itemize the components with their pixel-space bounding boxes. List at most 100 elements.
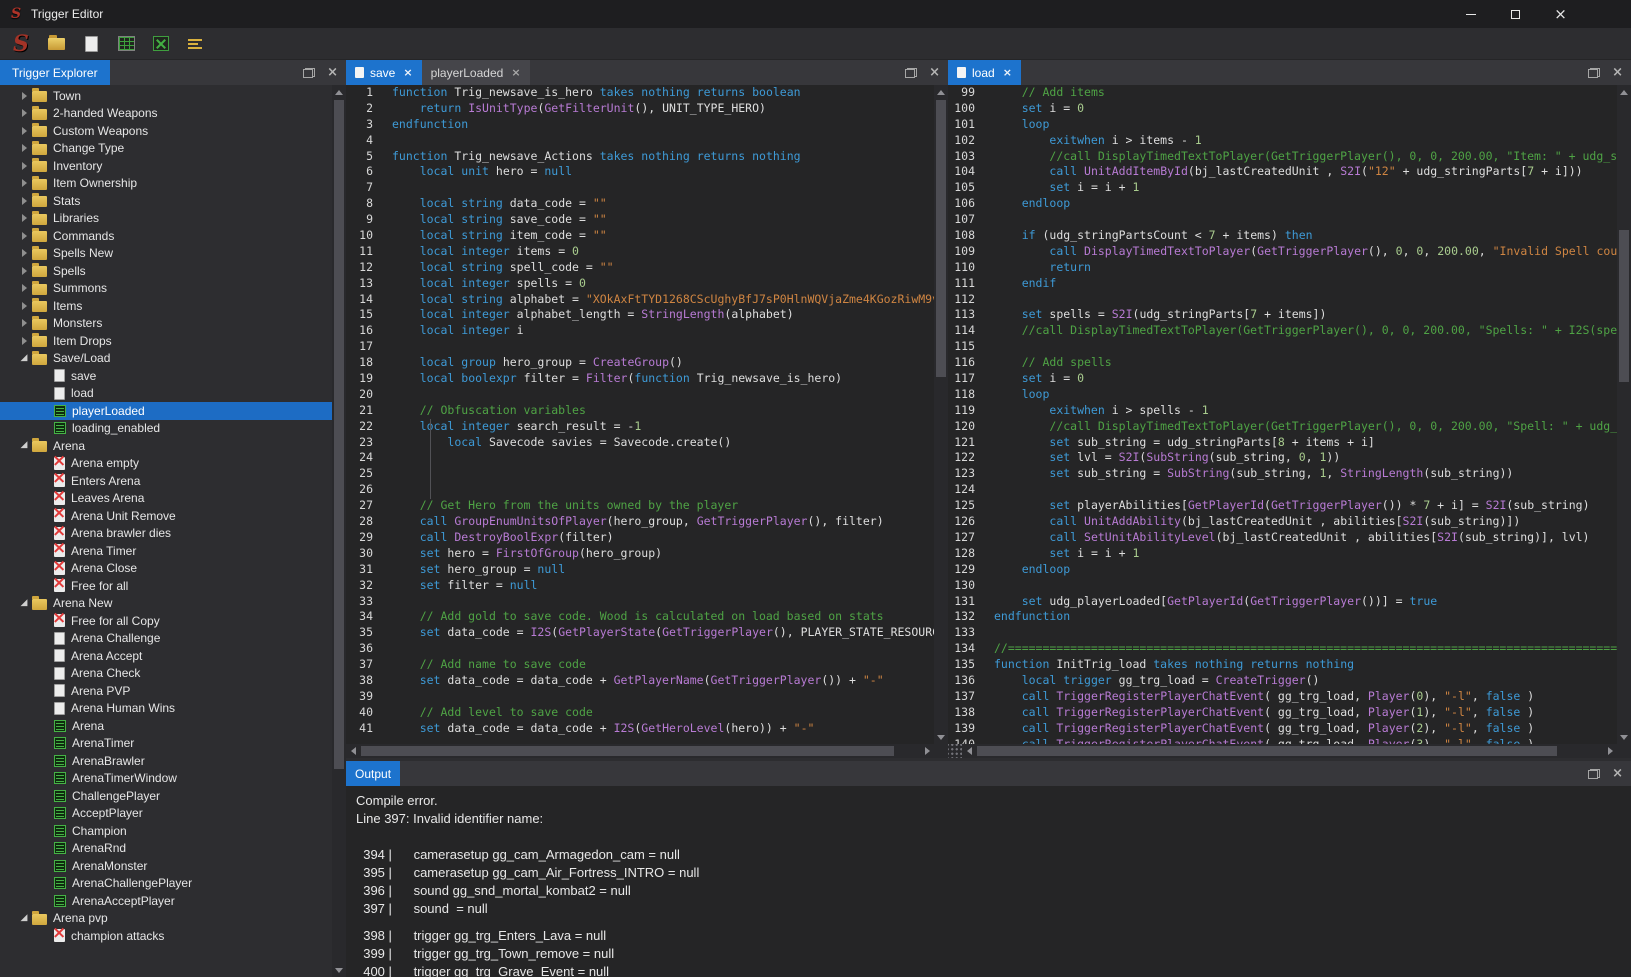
expand-arrow-icon[interactable] (16, 280, 32, 296)
expand-arrow-icon[interactable] (16, 245, 32, 261)
expand-arrow-icon[interactable] (16, 175, 32, 191)
trigger-grid-button[interactable] (113, 31, 139, 57)
tree-item-acceptplayer[interactable]: AcceptPlayer (0, 805, 332, 823)
tree-item-arenaacceptplayer[interactable]: ArenaAcceptPlayer (0, 892, 332, 910)
expand-arrow-icon[interactable] (16, 438, 32, 454)
tree-item-arena-close[interactable]: Arena Close (0, 560, 332, 578)
tree-item-arenarnd[interactable]: ArenaRnd (0, 840, 332, 858)
tab-save[interactable]: save× (346, 60, 422, 85)
tree-item-custom-weapons[interactable]: Custom Weapons (0, 122, 332, 140)
code-editor[interactable]: 99 // Add items100 set i = 0101 loop102 … (948, 85, 1617, 744)
expand-arrow-icon[interactable] (16, 298, 32, 314)
tree-item-item-drops[interactable]: Item Drops (0, 332, 332, 350)
tab-close-icon[interactable]: × (403, 67, 412, 78)
tree-item-arena-check[interactable]: Arena Check (0, 665, 332, 683)
tab-load[interactable]: load× (948, 60, 1021, 85)
tree-item-spells-new[interactable]: Spells New (0, 245, 332, 263)
tree-item-arena-human-wins[interactable]: Arena Human Wins (0, 700, 332, 718)
scroll-up-arrow[interactable] (332, 85, 346, 99)
scroll-down-arrow[interactable] (332, 963, 346, 977)
tab-close-icon[interactable]: × (511, 67, 520, 78)
explorer-vertical-scrollbar[interactable] (332, 85, 346, 977)
expand-arrow-icon[interactable] (16, 158, 32, 174)
scrollbar-thumb[interactable] (936, 100, 946, 377)
scrollbar-thumb[interactable] (334, 100, 344, 769)
scroll-up-arrow[interactable] (1617, 85, 1631, 99)
tab-output[interactable]: Output (346, 761, 400, 786)
tree-item-arena-accept[interactable]: Arena Accept (0, 647, 332, 665)
tab-close-icon[interactable]: × (1003, 67, 1012, 78)
tree-item-champion-attacks[interactable]: champion attacks (0, 927, 332, 945)
expand-arrow-icon[interactable] (16, 193, 32, 209)
tree-item-leaves-arena[interactable]: Leaves Arena (0, 490, 332, 508)
tree-item-libraries[interactable]: Libraries (0, 210, 332, 228)
float-panel-icon[interactable] (1588, 68, 1600, 78)
vertical-scrollbar[interactable] (934, 85, 948, 744)
tree-item-load[interactable]: load (0, 385, 332, 403)
tree-item-challengeplayer[interactable]: ChallengePlayer (0, 787, 332, 805)
tree-item-arena[interactable]: Arena (0, 717, 332, 735)
open-folder-button[interactable] (43, 31, 69, 57)
tree-item-arena-unit-remove[interactable]: Arena Unit Remove (0, 507, 332, 525)
scroll-down-arrow[interactable] (1617, 730, 1631, 744)
close-panel-icon[interactable]: × (1612, 767, 1623, 780)
tree-item-stats[interactable]: Stats (0, 192, 332, 210)
scroll-up-arrow[interactable] (934, 85, 948, 99)
tree-item-loading-enabled[interactable]: loading_enabled (0, 420, 332, 438)
trigger-explorer-tab[interactable]: Trigger Explorer (0, 60, 110, 85)
tree-item-change-type[interactable]: Change Type (0, 140, 332, 158)
expand-arrow-icon[interactable] (16, 140, 32, 156)
vertical-scrollbar[interactable] (1617, 85, 1631, 744)
expand-arrow-icon[interactable] (16, 105, 32, 121)
tree-item-arenabrawler[interactable]: ArenaBrawler (0, 752, 332, 770)
expand-arrow-icon[interactable] (16, 315, 32, 331)
close-panel-icon[interactable]: × (1612, 66, 1623, 79)
tree-item-monsters[interactable]: Monsters (0, 315, 332, 333)
script-lines-button[interactable] (183, 31, 209, 57)
expand-arrow-icon[interactable] (16, 910, 32, 926)
tree-item-arena-pvp[interactable]: Arena pvp (0, 910, 332, 928)
tree-item-arena-timer[interactable]: Arena Timer (0, 542, 332, 560)
tree-item-champion[interactable]: Champion (0, 822, 332, 840)
tree-item-arenatimerwindow[interactable]: ArenaTimerWindow (0, 770, 332, 788)
scrollbar-thumb[interactable] (361, 746, 894, 756)
float-panel-icon[interactable] (1588, 769, 1600, 779)
tree-item-2-handed-weapons[interactable]: 2-handed Weapons (0, 105, 332, 123)
tree-item-arena-empty[interactable]: Arena empty (0, 455, 332, 473)
scrollbar-thumb[interactable] (1619, 230, 1629, 382)
horizontal-scrollbar[interactable] (962, 744, 1617, 758)
tree-item-playerloaded[interactable]: playerLoaded (0, 402, 332, 420)
expand-arrow-icon[interactable] (16, 123, 32, 139)
tree-item-arena-pvp[interactable]: Arena PVP (0, 682, 332, 700)
float-panel-icon[interactable] (303, 68, 315, 78)
tree-item-save[interactable]: save (0, 367, 332, 385)
tree-item-save-load[interactable]: Save/Load (0, 350, 332, 368)
scroll-left-arrow[interactable] (346, 744, 360, 758)
minimize-button[interactable] (1448, 0, 1493, 28)
splitter-grip[interactable] (948, 744, 962, 758)
float-panel-icon[interactable] (905, 68, 917, 78)
scroll-right-arrow[interactable] (1603, 744, 1617, 758)
expand-arrow-icon[interactable] (16, 263, 32, 279)
tree-item-arena-new[interactable]: Arena New (0, 595, 332, 613)
tree-item-spells[interactable]: Spells (0, 262, 332, 280)
scroll-down-arrow[interactable] (934, 730, 948, 744)
tree-item-commands[interactable]: Commands (0, 227, 332, 245)
close-panel-icon[interactable]: × (327, 66, 338, 79)
tree-item-arena-challenge[interactable]: Arena Challenge (0, 630, 332, 648)
scroll-right-arrow[interactable] (920, 744, 934, 758)
close-button[interactable]: × (1538, 0, 1583, 28)
tree-item-enters-arena[interactable]: Enters Arena (0, 472, 332, 490)
scrollbar-thumb[interactable] (977, 746, 1557, 756)
expand-arrow-icon[interactable] (16, 210, 32, 226)
tree-item-free-for-all[interactable]: Free for all (0, 577, 332, 595)
horizontal-scrollbar[interactable] (346, 744, 934, 758)
new-file-button[interactable] (78, 31, 104, 57)
scroll-left-arrow[interactable] (962, 744, 976, 758)
maximize-button[interactable] (1493, 0, 1538, 28)
expand-arrow-icon[interactable] (16, 350, 32, 366)
tree-item-arenamonster[interactable]: ArenaMonster (0, 857, 332, 875)
tree-item-item-ownership[interactable]: Item Ownership (0, 175, 332, 193)
code-editor[interactable]: 1function Trig_newsave_is_hero takes not… (346, 85, 934, 744)
expand-arrow-icon[interactable] (16, 228, 32, 244)
